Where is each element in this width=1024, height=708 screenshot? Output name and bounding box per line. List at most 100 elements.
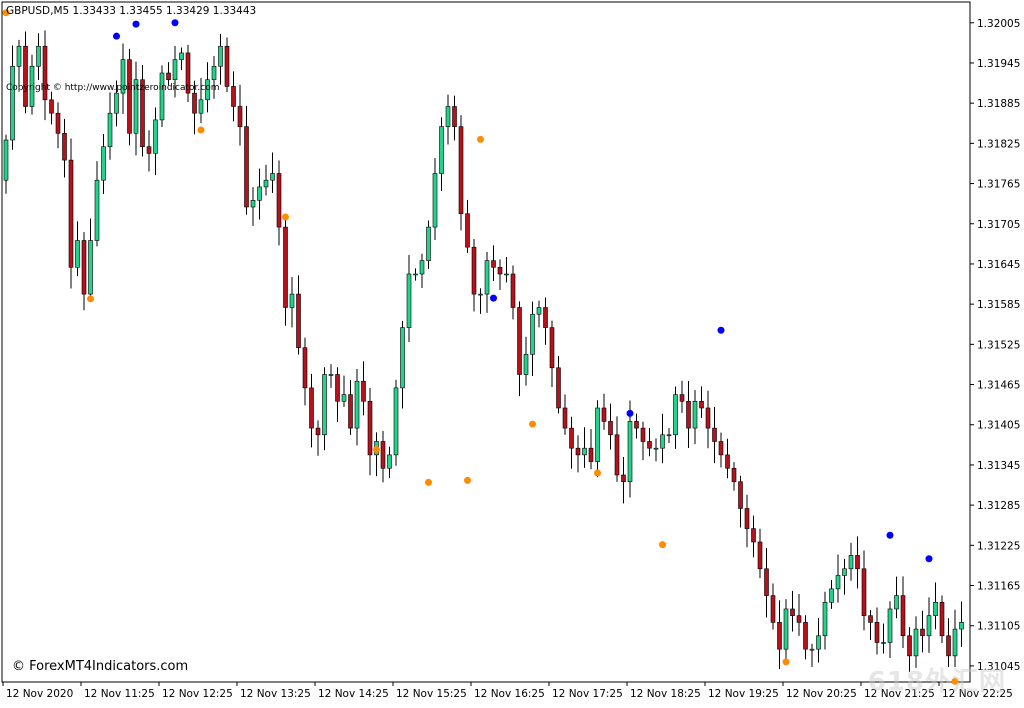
y-tick-label: 1.31705: [977, 219, 1020, 231]
bear-candle: [81, 240, 87, 295]
bull-candle: [172, 59, 178, 81]
bull-candle: [783, 608, 789, 650]
bear-candle: [705, 407, 711, 429]
swing-low-dot: [594, 469, 601, 477]
bear-candle: [900, 595, 906, 637]
bear-candle: [803, 622, 808, 650]
bull-candle: [809, 648, 815, 651]
bear-candle: [146, 146, 152, 154]
bull-candle: [387, 454, 392, 469]
bull-candle: [419, 260, 425, 275]
bear-candle: [712, 427, 717, 442]
x-tick-label: 12 Nov 16:25: [474, 688, 545, 700]
bull-candle: [835, 575, 841, 590]
bull-candle: [75, 240, 80, 268]
bear-candle: [465, 213, 470, 248]
x-tick-label: 12 Nov 17:25: [552, 688, 623, 700]
x-tick-label: 12 Nov 11:25: [84, 688, 155, 700]
bear-candle: [770, 595, 776, 623]
x-tick-label: 12 Nov 12:25: [162, 688, 233, 700]
bull-candle: [159, 72, 165, 121]
bear-candle: [569, 427, 574, 449]
bear-candle: [764, 568, 769, 596]
bull-candle: [250, 200, 256, 208]
bear-candle: [68, 159, 74, 268]
bull-candle: [829, 588, 834, 603]
bull-candle: [270, 173, 275, 181]
bear-candle: [237, 106, 243, 127]
swing-low-dot: [529, 420, 536, 428]
bull-candle: [959, 622, 964, 630]
bear-candle: [751, 528, 756, 543]
bear-candle: [549, 327, 555, 369]
bear-candle: [790, 608, 795, 616]
price-chart[interactable]: 1.32005 1.31945 1.31885 1.31825 1.31765 1.317…: [0, 0, 1024, 704]
bull-candle: [952, 628, 958, 657]
bull-candle: [107, 112, 113, 148]
bear-candle: [686, 400, 691, 429]
swing-high-dot: [171, 19, 179, 27]
bear-candle: [380, 441, 386, 469]
swing-high-dot: [925, 555, 933, 563]
bull-candle: [218, 45, 223, 67]
swing-high-dot: [626, 409, 634, 417]
bull-candle: [439, 126, 444, 174]
bear-candle: [458, 126, 464, 215]
swing-high-dot: [717, 326, 725, 334]
bear-candle: [231, 86, 236, 107]
bear-candle: [679, 394, 685, 402]
x-tick-label: 12 Nov 14:25: [318, 688, 389, 700]
bull-candle: [341, 394, 347, 402]
bear-candle: [296, 293, 301, 348]
bull-candle: [582, 447, 587, 456]
bull-candle: [211, 66, 217, 81]
bull-candle: [822, 601, 828, 637]
bear-candle: [621, 474, 626, 482]
bear-candle: [634, 421, 639, 429]
y-tick-label: 1.31465: [977, 380, 1020, 392]
bull-candle: [263, 179, 269, 188]
bear-candle: [315, 427, 321, 436]
bull-candle: [88, 240, 93, 295]
bull-candle: [894, 595, 899, 610]
y-tick-label: 1.31585: [977, 299, 1020, 311]
bull-candle: [289, 293, 295, 308]
bull-candle: [926, 615, 932, 637]
bull-candle: [848, 555, 854, 570]
bear-candle: [601, 407, 607, 422]
bull-candle: [653, 447, 659, 450]
bull-candle: [536, 307, 542, 315]
bull-candle: [101, 146, 106, 181]
y-tick-label: 1.31825: [977, 138, 1020, 150]
bull-candle: [322, 374, 327, 436]
y-tick-label: 1.31225: [977, 540, 1020, 552]
bull-candle: [673, 394, 678, 436]
bear-candle: [588, 447, 594, 462]
bear-candle: [348, 394, 353, 429]
bear-candle: [62, 133, 67, 161]
bull-candle: [406, 273, 412, 328]
bull-candle: [478, 293, 483, 296]
time-axis: 12 Nov 2020 12 Nov 11:25 12 Nov 12:25 12 No…: [2, 682, 1013, 700]
bull-candle: [114, 92, 119, 114]
bear-candle: [718, 441, 724, 456]
x-tick-label: 12 Nov 2020: [6, 688, 73, 700]
bull-candle: [94, 179, 100, 241]
candlestick-chart-canvas[interactable]: 1.32005 1.31945 1.31885 1.31825 1.31765 1.317…: [0, 0, 1024, 704]
bear-candle: [855, 555, 860, 570]
bear-candle: [725, 454, 730, 469]
bull-candle: [354, 380, 360, 429]
bear-candle: [907, 635, 912, 657]
bear-candle: [699, 400, 704, 409]
swing-low-dot: [87, 295, 94, 303]
swing-low-dot: [373, 446, 380, 454]
bear-candle: [796, 615, 802, 623]
swing-high-dot: [113, 32, 120, 40]
plot-area: [1, 1, 971, 683]
swing-low-dot: [477, 135, 484, 143]
bull-candle: [913, 628, 919, 657]
bear-candle: [517, 307, 522, 375]
y-tick-label: 1.31345: [977, 460, 1020, 472]
swing-low-dot: [782, 658, 790, 666]
bear-candle: [49, 99, 54, 114]
